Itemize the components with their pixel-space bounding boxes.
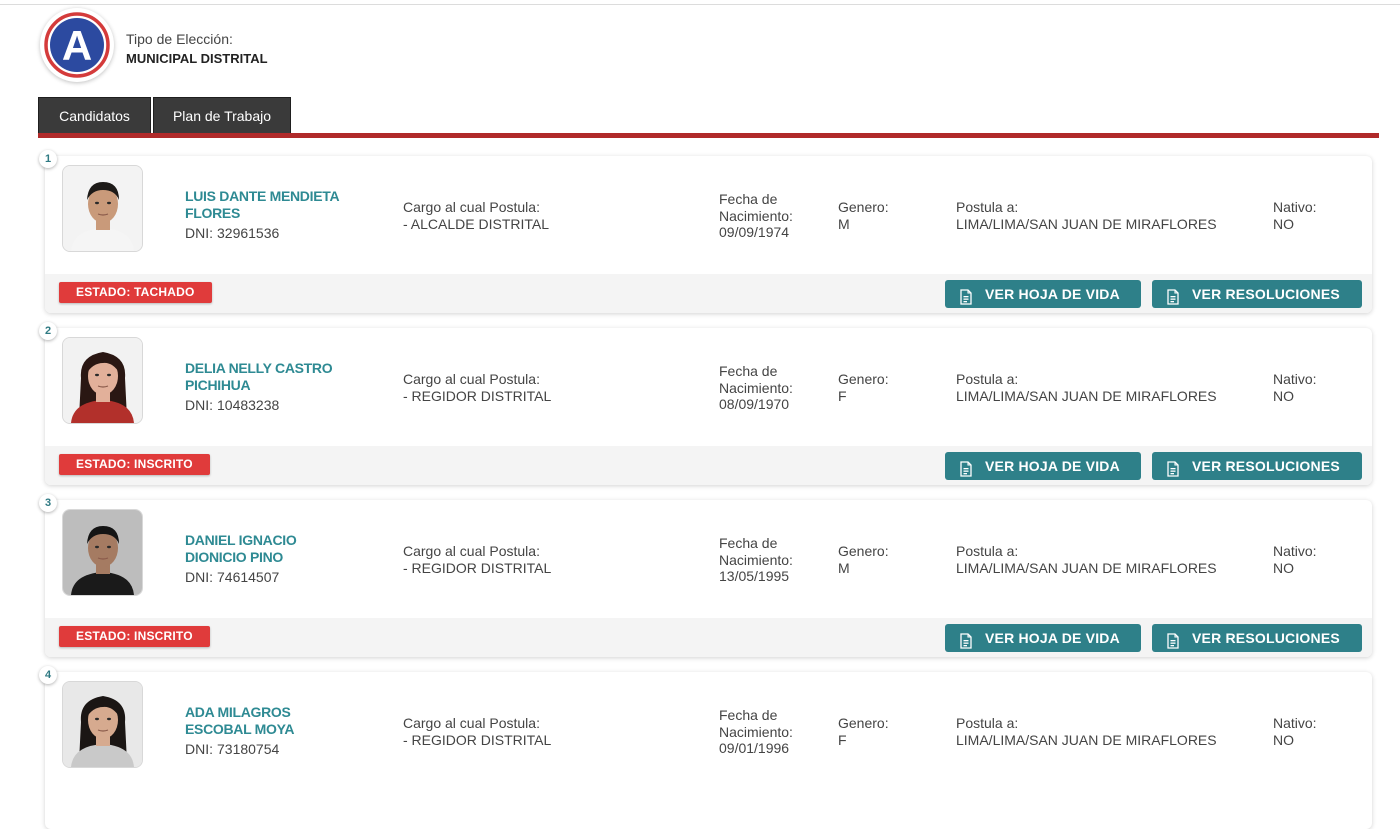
candidate-card: 1 LUIS DANTE MENDIETA FLORES DNI: 32961536… <box>39 150 1372 313</box>
candidate-birthdate: Fecha de Nacimiento: 08/09/1970 <box>719 363 793 412</box>
tab-candidatos[interactable]: Candidatos <box>38 97 151 134</box>
document-icon <box>1166 286 1180 314</box>
candidate-name[interactable]: ADA MILAGROS ESCOBAL MOYA <box>185 704 365 738</box>
candidate-district: Postula a: LIMA/LIMA/SAN JUAN DE MIRAFLOR… <box>956 371 1217 404</box>
document-icon <box>1166 458 1180 486</box>
candidate-cargo: Cargo al cual Postula: - REGIDOR DISTRITA… <box>403 543 552 576</box>
candidate-name[interactable]: DELIA NELLY CASTRO PICHIHUA <box>185 360 365 394</box>
card-footer: ESTADO: TACHADO VER HOJA DE VIDA VER RES… <box>45 274 1372 313</box>
candidate-native: Nativo: NO <box>1273 543 1317 576</box>
candidate-card: 2 DELIA NELLY CASTRO PICHIHUA DNI: 1048323… <box>39 322 1372 485</box>
election-type-label: Tipo de Elección: <box>126 31 233 47</box>
candidate-gender: Genero: F <box>838 715 889 748</box>
candidate-birthdate: Fecha de Nacimiento: 13/05/1995 <box>719 535 793 584</box>
ver-resoluciones-button[interactable]: VER RESOLUCIONES <box>1152 280 1362 308</box>
candidate-cargo: Cargo al cual Postula: - REGIDOR DISTRITA… <box>403 715 552 748</box>
election-type-value: MUNICIPAL DISTRITAL <box>126 51 268 66</box>
candidate-gender: Genero: F <box>838 371 889 404</box>
candidate-birthdate: Fecha de Nacimiento: 09/01/1996 <box>719 707 793 756</box>
candidate-number: 4 <box>39 666 57 684</box>
ver-hoja-de-vida-button[interactable]: VER HOJA DE VIDA <box>945 280 1141 308</box>
card-footer: ESTADO: INSCRITO VER HOJA DE VIDA VER RE… <box>45 446 1372 485</box>
ver-resoluciones-button[interactable]: VER RESOLUCIONES <box>1152 452 1362 480</box>
candidate-dni: DNI: 10483238 <box>185 397 280 413</box>
candidate-gender: Genero: M <box>838 543 889 576</box>
candidate-card: 4 ADA MILAGROS ESCOBAL MOYA DNI: 73180754 … <box>39 666 1372 829</box>
candidate-district: Postula a: LIMA/LIMA/SAN JUAN DE MIRAFLOR… <box>956 199 1217 232</box>
candidate-native: Nativo: NO <box>1273 199 1317 232</box>
logo-letter: A <box>62 22 92 69</box>
candidate-cargo: Cargo al cual Postula: - REGIDOR DISTRITA… <box>403 371 552 404</box>
candidate-name[interactable]: LUIS DANTE MENDIETA FLORES <box>185 188 365 222</box>
party-logo: A <box>40 8 114 82</box>
document-icon <box>1166 630 1180 658</box>
tab-plan-de-trabajo[interactable]: Plan de Trabajo <box>153 97 291 134</box>
candidate-dni: DNI: 74614507 <box>185 569 280 585</box>
ver-hoja-de-vida-button[interactable]: VER HOJA DE VIDA <box>945 452 1141 480</box>
candidate-number: 3 <box>39 494 57 512</box>
candidate-cargo: Cargo al cual Postula: - ALCALDE DISTRITA… <box>403 199 550 232</box>
candidate-card: 3 DANIEL IGNACIO DIONICIO PINO DNI: 746145… <box>39 494 1372 657</box>
status-badge: ESTADO: INSCRITO <box>59 626 210 647</box>
candidate-photo <box>62 337 143 424</box>
status-badge: ESTADO: TACHADO <box>59 282 212 303</box>
candidate-birthdate: Fecha de Nacimiento: 09/09/1974 <box>719 191 793 240</box>
card-footer: ESTADO: INSCRITO VER HOJA DE VIDA VER RE… <box>45 618 1372 657</box>
candidate-number: 1 <box>39 150 57 168</box>
candidate-photo <box>62 165 143 252</box>
candidate-district: Postula a: LIMA/LIMA/SAN JUAN DE MIRAFLOR… <box>956 543 1217 576</box>
status-badge: ESTADO: INSCRITO <box>59 454 210 475</box>
document-icon <box>959 630 973 658</box>
candidate-dni: DNI: 73180754 <box>185 741 280 757</box>
candidate-photo <box>62 509 143 596</box>
candidate-district: Postula a: LIMA/LIMA/SAN JUAN DE MIRAFLOR… <box>956 715 1217 748</box>
ver-resoluciones-button[interactable]: VER RESOLUCIONES <box>1152 624 1362 652</box>
top-divider <box>0 4 1400 5</box>
tab-underline <box>38 133 1379 138</box>
document-icon <box>959 286 973 314</box>
candidate-native: Nativo: NO <box>1273 371 1317 404</box>
candidate-native: Nativo: NO <box>1273 715 1317 748</box>
candidate-gender: Genero: M <box>838 199 889 232</box>
ver-hoja-de-vida-button[interactable]: VER HOJA DE VIDA <box>945 624 1141 652</box>
election-type: Tipo de Elección: MUNICIPAL DISTRITAL <box>126 30 268 68</box>
document-icon <box>959 458 973 486</box>
candidate-dni: DNI: 32961536 <box>185 225 280 241</box>
candidate-number: 2 <box>39 322 57 340</box>
candidate-name[interactable]: DANIEL IGNACIO DIONICIO PINO <box>185 532 365 566</box>
candidate-photo <box>62 681 143 768</box>
